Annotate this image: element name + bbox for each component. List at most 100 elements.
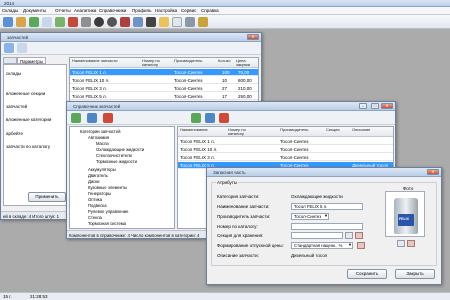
filter-nested-categories[interactable]: вложенные категории xyxy=(6,117,51,122)
filter-parts[interactable]: запчастей xyxy=(6,104,27,109)
tree-item[interactable]: Охлаждающие жидкости xyxy=(96,147,144,152)
tree-item[interactable]: Стекла xyxy=(88,215,102,220)
table-row[interactable]: Тосол FELIX 10 л. Тосол-Синтез 10 600,00 xyxy=(70,77,258,84)
tree-item[interactable]: Генераторы xyxy=(88,191,111,196)
table-header: Наименование Номер по каталогу Производи… xyxy=(178,127,393,137)
settings-icon[interactable] xyxy=(185,17,195,27)
col-description[interactable]: Описание xyxy=(352,128,370,132)
filter-warehouses[interactable]: склады xyxy=(6,71,21,76)
menu-item-references[interactable]: Справочники xyxy=(99,8,126,13)
tree-item[interactable]: Автохимия xyxy=(88,135,109,140)
tree-item[interactable]: Тормозные жидкости xyxy=(96,159,137,164)
cell-name: Тосол FELIX 3 л. xyxy=(180,155,215,160)
truck-icon[interactable] xyxy=(68,17,78,27)
menu-item-warehouses[interactable]: Склады xyxy=(2,8,18,13)
filter-nested-sections[interactable]: вложенные секции xyxy=(6,91,45,96)
delete-part-icon[interactable] xyxy=(219,113,229,123)
tree-item[interactable]: Стеклоочистители xyxy=(96,153,132,158)
filter-catalog[interactable]: запчасти по каталогу xyxy=(6,144,50,149)
warehouse-icon[interactable] xyxy=(3,17,13,27)
tree-item[interactable]: Рулевое управление xyxy=(88,209,128,214)
wheel-icon[interactable] xyxy=(107,17,117,27)
chevron-down-icon[interactable]: ▼ xyxy=(324,213,328,218)
reference-window-titlebar: Справочник запчастей – □ ✕ xyxy=(67,102,395,111)
menu-item-profile[interactable]: Профиль xyxy=(132,8,151,13)
tree-item[interactable]: Масла xyxy=(96,141,109,146)
edit-category-icon[interactable] xyxy=(87,113,97,123)
save-button[interactable]: Сохранить xyxy=(347,269,387,279)
table-row[interactable]: Тосол FELIX 10 л. Тосол-Синтез xyxy=(178,146,393,153)
menu-item-documents[interactable]: Документы xyxy=(23,8,46,13)
photo-clear-button[interactable] xyxy=(407,240,415,247)
section-pick-button[interactable] xyxy=(345,232,353,239)
col-section[interactable]: Секция xyxy=(326,128,340,132)
calendar-icon[interactable] xyxy=(42,17,52,27)
menu-item-reports[interactable]: Отчеты xyxy=(55,8,71,13)
menu-item-analytics[interactable]: Аналитика xyxy=(74,8,96,13)
phone-icon[interactable] xyxy=(146,17,156,27)
tree-item[interactable]: Аккумуляторы xyxy=(88,167,116,172)
menu-item-help[interactable]: Справка xyxy=(201,8,219,13)
table-row[interactable]: Тосол FELIX 1 л. Тосол-Синтез xyxy=(178,138,393,145)
stamp-icon[interactable] xyxy=(120,17,130,27)
tab-parameters[interactable]: Параметры xyxy=(17,57,46,64)
add-part-icon[interactable] xyxy=(191,113,201,123)
tree-item[interactable]: Кузовные элементы xyxy=(88,185,127,190)
minimize-icon[interactable]: – xyxy=(359,103,367,109)
menu-item-service[interactable]: Сервис xyxy=(181,8,196,13)
filter-choose[interactable]: арбейте xyxy=(6,131,23,136)
money-icon[interactable] xyxy=(55,17,65,27)
tree-item[interactable]: Диски xyxy=(88,179,99,184)
photo-load-button[interactable] xyxy=(397,240,405,247)
section-clear-button[interactable] xyxy=(355,232,363,239)
add-icon[interactable] xyxy=(4,43,14,53)
add-category-icon[interactable] xyxy=(71,113,81,123)
parts-icon[interactable] xyxy=(81,17,91,27)
table-row[interactable]: Тосол FELIX 5 л. Тосол-Синтез 17 250,00 xyxy=(70,93,258,100)
warehouse-window-title: запчастей xyxy=(7,35,29,40)
apply-button[interactable]: Применить xyxy=(28,192,66,202)
edit-icon[interactable] xyxy=(17,43,27,53)
document-icon[interactable] xyxy=(172,17,182,27)
warehouse-filter-panel: склады вложенные секции запчастей вложен… xyxy=(3,64,67,206)
col-catalog[interactable]: Номер по каталогу xyxy=(142,59,166,67)
close-icon[interactable]: ✕ xyxy=(247,34,259,40)
name-field[interactable]: Тосол FELIX 5 л. xyxy=(291,203,363,210)
price-clear-button[interactable] xyxy=(357,242,365,249)
col-name[interactable]: Наименование xyxy=(180,128,208,132)
tree-item[interactable]: Двигатель xyxy=(88,173,108,178)
table-row[interactable]: Тосол FELIX 3 л. Тосол-Синтез xyxy=(178,154,393,161)
col-catalog[interactable]: Номер по каталогу xyxy=(228,128,252,136)
price-select[interactable]: Стандартная наценк.. % xyxy=(291,242,353,249)
box-icon[interactable] xyxy=(16,17,26,27)
folder-icon[interactable] xyxy=(159,17,169,27)
tire-icon[interactable] xyxy=(94,17,104,27)
tree-item[interactable]: Оптика xyxy=(88,197,102,202)
cell-name: Тосол FELIX 5 л. xyxy=(72,94,107,99)
cell-name: Тосол FELIX 10 л. xyxy=(180,147,218,152)
dialog-title: Запасная часть xyxy=(213,170,246,175)
tree-item[interactable]: Тормозная система xyxy=(88,221,126,226)
edit-part-icon[interactable] xyxy=(205,113,215,123)
col-price[interactable]: Цена закупки xyxy=(236,59,258,67)
delete-category-icon[interactable] xyxy=(103,113,113,123)
close-icon[interactable]: ✕ xyxy=(427,169,439,175)
tree-item[interactable]: Подвеска xyxy=(88,203,107,208)
table-row[interactable]: Тосол FELIX 1 л. Тосол-Синтез 100 75,00 xyxy=(70,69,258,76)
chevron-down-icon[interactable]: ▼ xyxy=(348,242,352,247)
chart-icon[interactable] xyxy=(29,17,39,27)
tab-sections[interactable] xyxy=(3,57,17,64)
users-icon[interactable] xyxy=(133,17,143,27)
lock-icon[interactable] xyxy=(198,17,208,27)
col-manufacturer[interactable]: Производитель xyxy=(174,59,202,63)
close-button[interactable]: Закрыть xyxy=(395,269,435,279)
table-row[interactable]: Тосол FELIX 3 л. Тосол-Синтез 27 210,00 xyxy=(70,85,258,92)
close-icon[interactable]: ✕ xyxy=(381,103,393,109)
maximize-icon[interactable]: □ xyxy=(371,103,379,109)
col-name[interactable]: Наименование запчасти xyxy=(72,59,117,63)
menu-item-settings[interactable]: Настройка xyxy=(155,8,177,13)
col-manufacturer[interactable]: Производитель xyxy=(280,128,308,132)
col-qty[interactable]: Кол-во xyxy=(218,59,230,63)
section-field[interactable] xyxy=(291,232,343,239)
catalog-field[interactable] xyxy=(291,223,363,230)
